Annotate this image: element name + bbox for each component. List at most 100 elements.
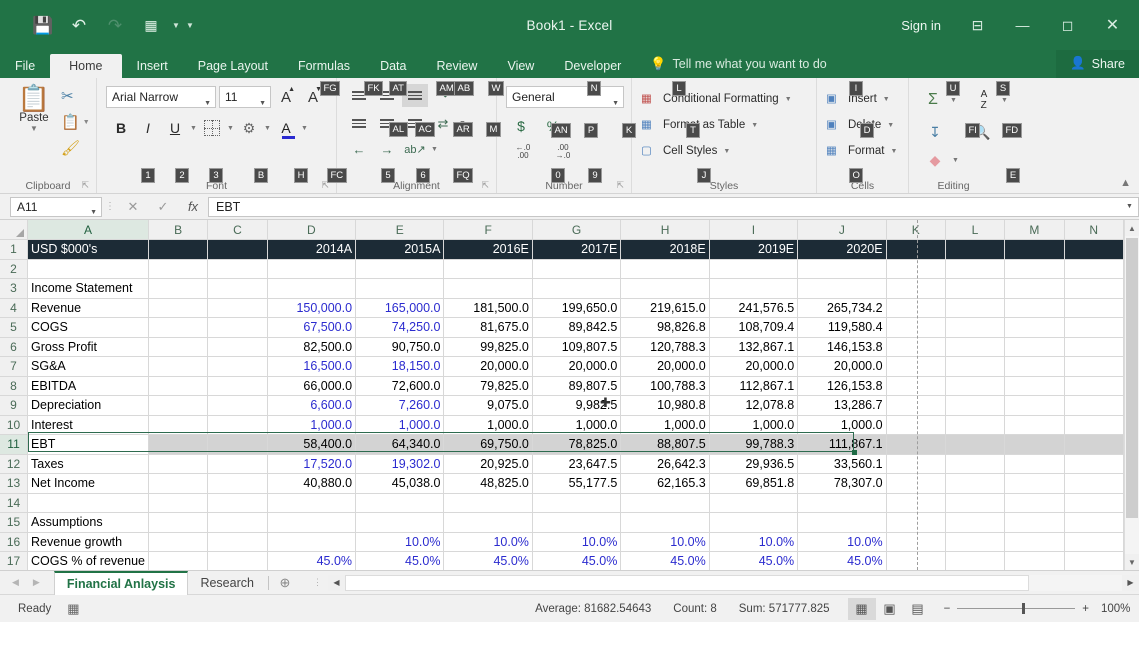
cell-L6[interactable] — [945, 337, 1004, 357]
cell-K16[interactable] — [886, 532, 945, 552]
number-format-select[interactable]: General ▼ — [506, 86, 624, 108]
row-header-16[interactable]: 16 — [0, 532, 28, 552]
column-header-H[interactable]: H — [621, 220, 709, 240]
cell-I15[interactable] — [709, 513, 797, 533]
cell-A4[interactable]: Revenue — [28, 298, 149, 318]
cell-N11[interactable] — [1064, 435, 1123, 455]
cell-H5[interactable]: 98,826.8 — [621, 318, 709, 338]
cell-F17[interactable]: 45.0% — [444, 552, 532, 571]
font-family-dropdown-icon[interactable]: ▼ — [204, 94, 211, 114]
cell-E1[interactable]: 2015A — [356, 240, 444, 260]
cell-H17[interactable]: 45.0% — [621, 552, 709, 571]
scroll-down-icon[interactable]: ▼ — [1125, 554, 1139, 570]
cell-G13[interactable]: 55,177.5 — [532, 474, 620, 494]
cell-B4[interactable] — [148, 298, 207, 318]
customize-qat-icon[interactable]: ▼ — [184, 21, 196, 30]
zoom-knob[interactable] — [1022, 603, 1025, 614]
cell-E17[interactable]: 45.0% — [356, 552, 444, 571]
cell-F8[interactable]: 79,825.0 — [444, 376, 532, 396]
column-header-M[interactable]: M — [1005, 220, 1064, 240]
cell-M16[interactable] — [1005, 532, 1064, 552]
cell-F13[interactable]: 48,825.0 — [444, 474, 532, 494]
macro-record-icon[interactable]: ▦ — [67, 601, 79, 617]
cell-L10[interactable] — [945, 415, 1004, 435]
cell-J13[interactable]: 78,307.0 — [798, 474, 886, 494]
sign-in-button[interactable]: Sign in — [887, 18, 955, 33]
column-header-C[interactable]: C — [208, 220, 267, 240]
cell-J3[interactable] — [798, 279, 886, 299]
hscroll-left-icon[interactable]: ◀ — [328, 575, 345, 591]
cell-J5[interactable]: 119,580.4 — [798, 318, 886, 338]
cell-A5[interactable]: COGS — [28, 318, 149, 338]
clear-dropdown-icon[interactable]: ▼ — [951, 157, 960, 164]
cell-I5[interactable]: 108,709.4 — [709, 318, 797, 338]
cell-B15[interactable] — [148, 513, 207, 533]
column-header-I[interactable]: I — [709, 220, 797, 240]
cell-N3[interactable] — [1064, 279, 1123, 299]
cell-I3[interactable] — [709, 279, 797, 299]
cell-K1[interactable] — [886, 240, 945, 260]
cell-D16[interactable] — [267, 532, 355, 552]
sheet-tab-financial-anlaysis[interactable]: Financial Anlaysis — [54, 571, 189, 595]
cell-I17[interactable]: 45.0% — [709, 552, 797, 571]
cell-H6[interactable]: 120,788.3 — [621, 337, 709, 357]
cell-M1[interactable] — [1005, 240, 1064, 260]
cell-F12[interactable]: 20,925.0 — [444, 454, 532, 474]
cell-G11[interactable]: 78,825.0 — [532, 435, 620, 455]
vertical-scrollbar[interactable]: ▲ ▼ — [1124, 220, 1139, 570]
zoom-in-icon[interactable]: + — [1082, 603, 1089, 615]
cell-F2[interactable] — [444, 259, 532, 279]
row-header-9[interactable]: 9 — [0, 396, 28, 416]
cell-K3[interactable] — [886, 279, 945, 299]
row-header-1[interactable]: 1 — [0, 240, 28, 260]
touch-mode-icon[interactable]: ▦ — [134, 10, 168, 40]
cell-I16[interactable]: 10.0% — [709, 532, 797, 552]
insert-function-icon[interactable]: fx — [178, 199, 208, 214]
tab-review[interactable]: Review — [421, 55, 492, 79]
cancel-formula-icon[interactable]: ✕ — [118, 199, 148, 215]
format-painter-button[interactable]: 🖌 — [61, 138, 90, 158]
cell-B8[interactable] — [148, 376, 207, 396]
cell-G3[interactable] — [532, 279, 620, 299]
cell-D8[interactable]: 66,000.0 — [267, 376, 355, 396]
cut-button[interactable]: ✂ — [61, 86, 90, 106]
cell-M17[interactable] — [1005, 552, 1064, 571]
cell-F15[interactable] — [444, 513, 532, 533]
cell-D7[interactable]: 16,500.0 — [267, 357, 355, 377]
cell-E9[interactable]: 7,260.0 — [356, 396, 444, 416]
cell-N7[interactable] — [1064, 357, 1123, 377]
cell-I10[interactable]: 1,000.0 — [709, 415, 797, 435]
cell-I13[interactable]: 69,851.8 — [709, 474, 797, 494]
cell-I2[interactable] — [709, 259, 797, 279]
cell-G16[interactable]: 10.0% — [532, 532, 620, 552]
column-header-B[interactable]: B — [148, 220, 207, 240]
cell-J10[interactable]: 1,000.0 — [798, 415, 886, 435]
row-header-6[interactable]: 6 — [0, 337, 28, 357]
cell-L14[interactable] — [945, 493, 1004, 513]
cell-A16[interactable]: Revenue growth — [28, 532, 149, 552]
cell-H13[interactable]: 62,165.3 — [621, 474, 709, 494]
cell-K15[interactable] — [886, 513, 945, 533]
row-header-14[interactable]: 14 — [0, 493, 28, 513]
bold-button[interactable]: B — [108, 116, 134, 140]
conditional-formatting-dropdown-icon[interactable]: ▼ — [784, 96, 793, 103]
column-header-D[interactable]: D — [267, 220, 355, 240]
cell-F6[interactable]: 99,825.0 — [444, 337, 532, 357]
cell-C16[interactable] — [208, 532, 267, 552]
zoom-track[interactable] — [957, 608, 1075, 609]
cell-C13[interactable] — [208, 474, 267, 494]
alignment-dialog-launcher-icon[interactable]: ⇱ — [481, 177, 489, 193]
cell-J1[interactable]: 2020E — [798, 240, 886, 260]
cell-H2[interactable] — [621, 259, 709, 279]
cell-F11[interactable]: 69,750.0 — [444, 435, 532, 455]
cell-G1[interactable]: 2017E — [532, 240, 620, 260]
cell-A11[interactable]: EBT — [28, 435, 149, 455]
cell-G15[interactable] — [532, 513, 620, 533]
cell-B14[interactable] — [148, 493, 207, 513]
paste-button[interactable]: 📋 Paste ▼ — [11, 84, 57, 133]
cell-K9[interactable] — [886, 396, 945, 416]
cell-I7[interactable]: 20,000.0 — [709, 357, 797, 377]
cell-D12[interactable]: 17,520.0 — [267, 454, 355, 474]
cell-M10[interactable] — [1005, 415, 1064, 435]
cell-G7[interactable]: 20,000.0 — [532, 357, 620, 377]
